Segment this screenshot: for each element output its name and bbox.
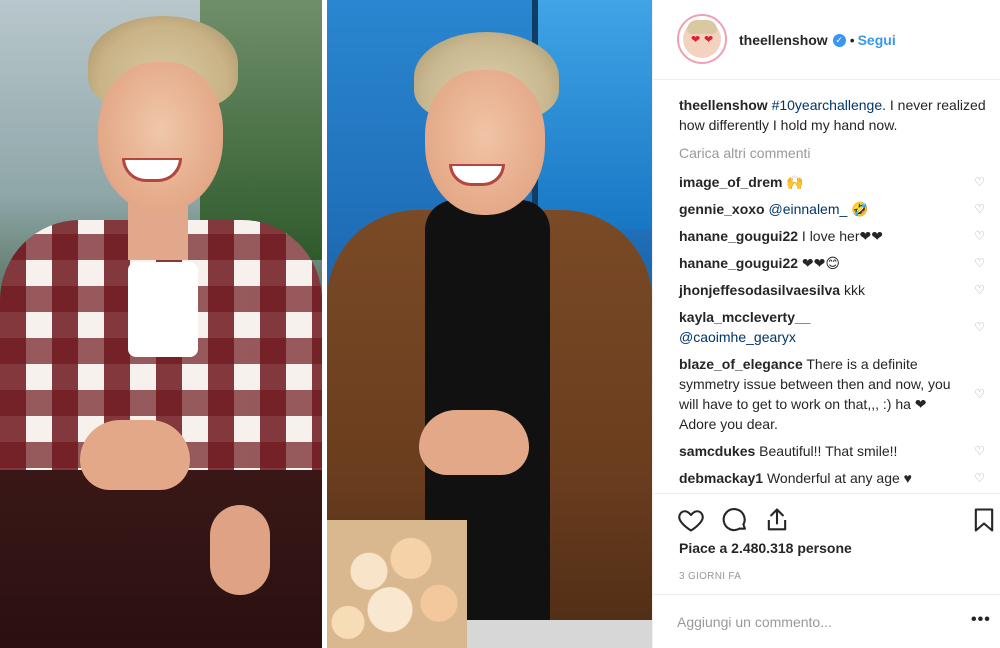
heart-eye-icon: ❤ xyxy=(704,34,714,46)
post-header: ❤ ❤ theellenshow ✓ • Segui xyxy=(653,0,1000,80)
comment-like-icon[interactable]: ♡ xyxy=(974,226,985,246)
post-caption: theellenshow #10yearchallenge. I never r… xyxy=(679,95,987,135)
username-row: theellenshow ✓ • Segui xyxy=(739,30,896,50)
bookmark-icon[interactable] xyxy=(970,506,998,534)
comment-username[interactable]: gennie_xoxo xyxy=(679,201,765,217)
comment-like-icon[interactable]: ♡ xyxy=(974,384,985,404)
comment-username[interactable]: hanane_gougui22 xyxy=(679,228,798,244)
comment-icon[interactable] xyxy=(721,506,749,534)
comment: kayla_mccleverty__ @caoimhe_gearyx ♡ xyxy=(679,307,987,347)
face xyxy=(425,70,545,215)
share-icon[interactable] xyxy=(763,506,791,534)
comment: hanane_gougui22 ❤❤😊 ♡ xyxy=(679,253,987,273)
comment: image_of_drem 🙌 ♡ xyxy=(679,172,987,192)
add-comment-bar: ••• xyxy=(653,594,1000,648)
avatar[interactable]: ❤ ❤ xyxy=(677,14,727,64)
avatar-face: ❤ ❤ xyxy=(683,20,721,58)
comment-text: Wonderful at any age ♥ xyxy=(766,470,912,486)
white-tshirt xyxy=(128,262,198,357)
comment-text: @caoimhe_gearyx xyxy=(679,329,796,345)
comment-like-icon[interactable]: ♡ xyxy=(974,172,985,192)
heart-eye-icon: ❤ xyxy=(691,34,701,46)
verified-badge-icon: ✓ xyxy=(832,33,846,47)
comment-like-icon[interactable]: ♡ xyxy=(974,199,985,219)
background-screen xyxy=(532,0,652,230)
comment-username[interactable]: image_of_drem xyxy=(679,174,782,190)
comment-text: 🙌 xyxy=(786,174,804,190)
comment-like-icon[interactable]: ♡ xyxy=(974,280,985,300)
comment: gennie_xoxo @einnalem_ 🤣 ♡ xyxy=(679,199,987,219)
comment-username[interactable]: kayla_mccleverty__ xyxy=(679,309,811,325)
face xyxy=(98,62,223,212)
comment-text: Beautiful!! That smile!! xyxy=(759,443,898,459)
post-date[interactable]: 3 GIORNI FA xyxy=(679,571,741,582)
follow-button[interactable]: Segui xyxy=(858,32,896,48)
comment: blaze_of_elegance There is a definite sy… xyxy=(679,354,987,434)
post-side-panel: ❤ ❤ theellenshow ✓ • Segui theellenshow … xyxy=(652,0,1000,648)
comment-like-icon[interactable]: ♡ xyxy=(974,253,985,273)
add-comment-input[interactable] xyxy=(677,609,947,635)
comment-username[interactable]: jhonjeffesodasilvaesilva xyxy=(679,282,840,298)
hashtag-link[interactable]: #10yearchallenge xyxy=(772,97,883,113)
comments-list: theellenshow #10yearchallenge. I never r… xyxy=(679,95,987,495)
comment-like-icon[interactable]: ♡ xyxy=(974,441,985,461)
comment: samcdukes Beautiful!! That smile!! ♡ xyxy=(679,441,987,461)
comment-username[interactable]: blaze_of_elegance xyxy=(679,356,803,372)
comment: hanane_gougui22 I love her❤❤ ♡ xyxy=(679,226,987,246)
comment-username[interactable]: hanane_gougui22 xyxy=(679,255,798,271)
load-more-comments-button[interactable]: Carica altri commenti xyxy=(679,143,987,163)
table xyxy=(467,620,652,648)
likes-count[interactable]: Piace a 2.480.318 persone xyxy=(679,540,852,556)
flowers xyxy=(327,520,467,648)
comment-text: kkk xyxy=(843,282,865,298)
comment-username[interactable]: samcdukes xyxy=(679,443,755,459)
hand xyxy=(80,420,190,490)
photo-then xyxy=(0,0,322,648)
comment-like-icon[interactable]: ♡ xyxy=(974,317,985,337)
caption-username[interactable]: theellenshow xyxy=(679,97,768,113)
photo-now xyxy=(327,0,652,648)
username-link[interactable]: theellenshow xyxy=(739,32,828,48)
heart-icon[interactable] xyxy=(677,506,705,534)
post-image[interactable] xyxy=(0,0,652,648)
comment: jhonjeffesodasilvaesilva kkk ♡ xyxy=(679,280,987,300)
more-options-icon[interactable]: ••• xyxy=(971,611,991,629)
comment-like-icon[interactable]: ♡ xyxy=(974,468,985,488)
comment-text: ❤❤😊 xyxy=(801,255,840,271)
action-bar xyxy=(653,493,1000,543)
separator: • xyxy=(849,32,855,48)
pants xyxy=(0,470,322,648)
comment-username[interactable]: debmackay1 xyxy=(679,470,763,486)
hand-with-watch xyxy=(210,505,270,595)
comment-text: I love her❤❤ xyxy=(801,228,883,244)
comment: debmackay1 Wonderful at any age ♥ ♡ xyxy=(679,468,987,488)
hand xyxy=(419,410,529,475)
comment-text: @einnalem_ 🤣 xyxy=(768,201,869,217)
